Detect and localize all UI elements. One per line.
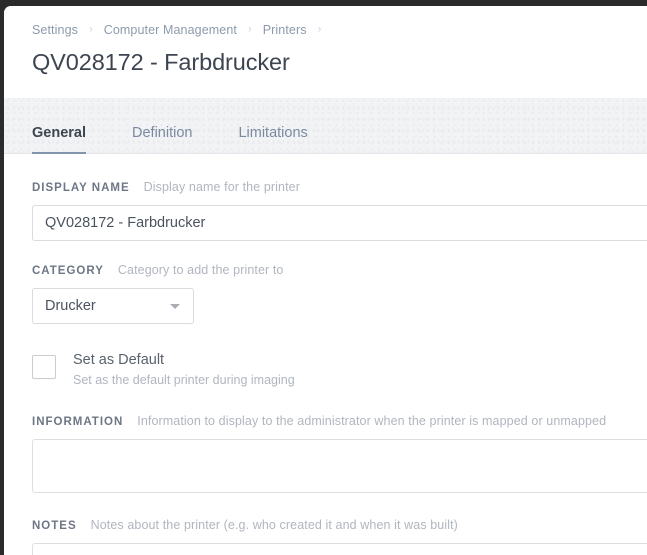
breadcrumb-item-printers[interactable]: Printers — [263, 23, 307, 37]
display-name-field: DISPLAY NAME Display name for the printe… — [32, 180, 647, 241]
category-label-row: CATEGORY Category to add the printer to — [32, 263, 647, 277]
chevron-right-icon: › — [88, 23, 93, 35]
information-hint: Information to display to the administra… — [137, 414, 607, 428]
information-label-row: INFORMATION Information to display to th… — [32, 414, 647, 428]
category-field: CATEGORY Category to add the printer to … — [32, 263, 647, 329]
chevron-right-icon: › — [247, 23, 252, 35]
tab-strip: General Definition Limitations — [4, 98, 647, 154]
set-as-default-checkbox[interactable] — [32, 355, 56, 379]
notes-label-row: NOTES Notes about the printer (e.g. who … — [32, 518, 647, 532]
notes-field: NOTES Notes about the printer (e.g. who … — [32, 518, 647, 555]
information-label: INFORMATION — [32, 416, 124, 428]
notes-hint: Notes about the printer (e.g. who create… — [90, 518, 458, 532]
tab-general[interactable]: General — [32, 125, 86, 154]
category-select[interactable]: Drucker — [32, 288, 194, 324]
display-name-label-row: DISPLAY NAME Display name for the printe… — [32, 180, 647, 194]
page-header: Settings › Computer Management › Printer… — [4, 6, 647, 76]
tab-limitations[interactable]: Limitations — [238, 125, 307, 154]
page-title: QV028172 - Farbdrucker — [32, 49, 290, 75]
information-field: INFORMATION Information to display to th… — [32, 414, 647, 493]
breadcrumb-item-settings[interactable]: Settings — [32, 23, 78, 37]
window-surface: Settings › Computer Management › Printer… — [4, 6, 647, 555]
application-window: Settings › Computer Management › Printer… — [0, 0, 647, 555]
set-as-default-texts: Set as Default Set as the default printe… — [73, 352, 295, 388]
set-as-default-description: Set as the default printer during imagin… — [73, 373, 295, 387]
display-name-label: DISPLAY NAME — [32, 182, 130, 194]
tab-definition[interactable]: Definition — [132, 125, 192, 154]
breadcrumb-item-computer-management[interactable]: Computer Management — [104, 23, 237, 37]
category-hint: Category to add the printer to — [117, 263, 284, 277]
display-name-hint: Display name for the printer — [143, 180, 300, 194]
general-tab-panel: DISPLAY NAME Display name for the printe… — [4, 154, 647, 555]
chevron-right-icon: › — [317, 23, 322, 35]
information-textarea[interactable] — [32, 439, 647, 493]
notes-textarea[interactable] — [32, 543, 647, 555]
category-select-wrapper: Drucker — [32, 288, 194, 324]
display-name-input[interactable] — [32, 205, 647, 241]
breadcrumb: Settings › Computer Management › Printer… — [32, 22, 647, 38]
notes-label: NOTES — [32, 520, 77, 532]
tab-list: General Definition Limitations — [4, 98, 647, 154]
set-as-default-label: Set as Default — [73, 352, 165, 368]
set-as-default-field: Set as Default Set as the default printe… — [32, 352, 647, 388]
category-label: CATEGORY — [32, 265, 104, 277]
